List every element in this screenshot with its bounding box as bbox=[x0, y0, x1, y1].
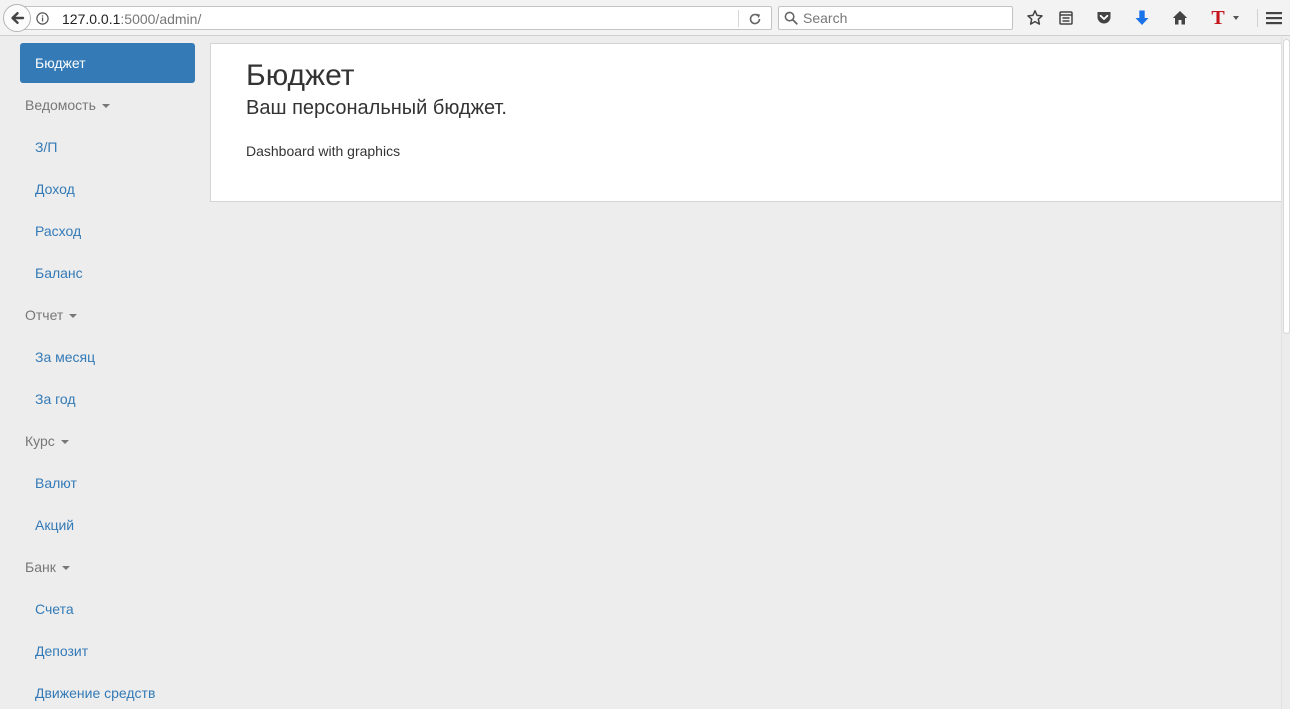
sidebar-item-monthly[interactable]: За месяц bbox=[20, 337, 195, 377]
info-icon[interactable] bbox=[36, 12, 49, 25]
sidebar-item-income[interactable]: Доход bbox=[20, 169, 195, 209]
browser-toolbar: 127.0.0.1:5000/admin/ T bbox=[0, 0, 1290, 36]
back-arrow-icon bbox=[11, 12, 25, 24]
page-subtitle: Ваш персональный бюджет. bbox=[246, 97, 507, 119]
sidebar-group-label: Отчет bbox=[25, 307, 64, 323]
bookmark-star-icon[interactable] bbox=[1025, 8, 1045, 28]
sidebar-item-accounts[interactable]: Счета bbox=[20, 589, 195, 629]
sidebar-item-stocks[interactable]: Акций bbox=[20, 505, 195, 545]
back-button[interactable] bbox=[3, 4, 31, 32]
caret-down-icon bbox=[61, 566, 70, 571]
caret-down-icon bbox=[101, 104, 110, 109]
scrollbar-thumb[interactable] bbox=[1283, 39, 1290, 334]
reload-icon[interactable] bbox=[746, 10, 764, 28]
url-bar[interactable]: 127.0.0.1:5000/admin/ bbox=[24, 6, 772, 30]
sidebar-item-expense[interactable]: Расход bbox=[20, 211, 195, 251]
search-bar[interactable] bbox=[778, 6, 1013, 30]
translate-menu-caret-icon[interactable] bbox=[1229, 8, 1243, 28]
url-host: 127.0.0.1 bbox=[62, 11, 121, 27]
sidebar-group-label: Курс bbox=[25, 433, 55, 449]
reading-list-icon[interactable] bbox=[1056, 8, 1076, 28]
sidebar-group-bank[interactable]: Банк bbox=[20, 547, 195, 587]
url-path: :5000/admin/ bbox=[120, 11, 202, 27]
sidebar-item-budget[interactable]: Бюджет bbox=[20, 43, 195, 83]
toolbar-divider bbox=[1257, 9, 1258, 27]
sidebar-item-cash-flow[interactable]: Движение средств bbox=[20, 673, 195, 709]
search-icon bbox=[784, 11, 798, 25]
sidebar-nav: Бюджет Ведомость З/П Доход Расход Баланс… bbox=[0, 36, 210, 709]
pocket-icon[interactable] bbox=[1094, 8, 1114, 28]
sidebar-item-yearly[interactable]: За год bbox=[20, 379, 195, 419]
sidebar-group-rates[interactable]: Курс bbox=[20, 421, 195, 461]
page-title: Бюджет bbox=[246, 59, 355, 92]
translate-t-icon[interactable]: T bbox=[1208, 8, 1228, 28]
url-text[interactable]: 127.0.0.1:5000/admin/ bbox=[62, 11, 201, 27]
caret-down-icon bbox=[60, 440, 69, 445]
url-divider bbox=[738, 10, 739, 27]
hamburger-menu-icon[interactable] bbox=[1264, 8, 1284, 28]
search-input[interactable] bbox=[803, 9, 1008, 27]
main-panel: Бюджет Ваш персональный бюджет. Dashboar… bbox=[210, 43, 1282, 202]
sidebar-group-label: Банк bbox=[25, 559, 56, 575]
page-scrollbar[interactable] bbox=[1281, 37, 1290, 709]
sidebar-group-label: Ведомость bbox=[25, 97, 96, 113]
sidebar-item-salary[interactable]: З/П bbox=[20, 127, 195, 167]
sidebar-item-balance[interactable]: Баланс bbox=[20, 253, 195, 293]
sidebar-group-statement[interactable]: Ведомость bbox=[20, 85, 195, 125]
download-icon[interactable] bbox=[1132, 8, 1152, 28]
sidebar-item-currency[interactable]: Валют bbox=[20, 463, 195, 503]
sidebar-item-deposit[interactable]: Депозит bbox=[20, 631, 195, 671]
home-icon[interactable] bbox=[1170, 8, 1190, 28]
sidebar-group-report[interactable]: Отчет bbox=[20, 295, 195, 335]
dashboard-text: Dashboard with graphics bbox=[246, 143, 401, 159]
caret-down-icon bbox=[69, 314, 78, 319]
